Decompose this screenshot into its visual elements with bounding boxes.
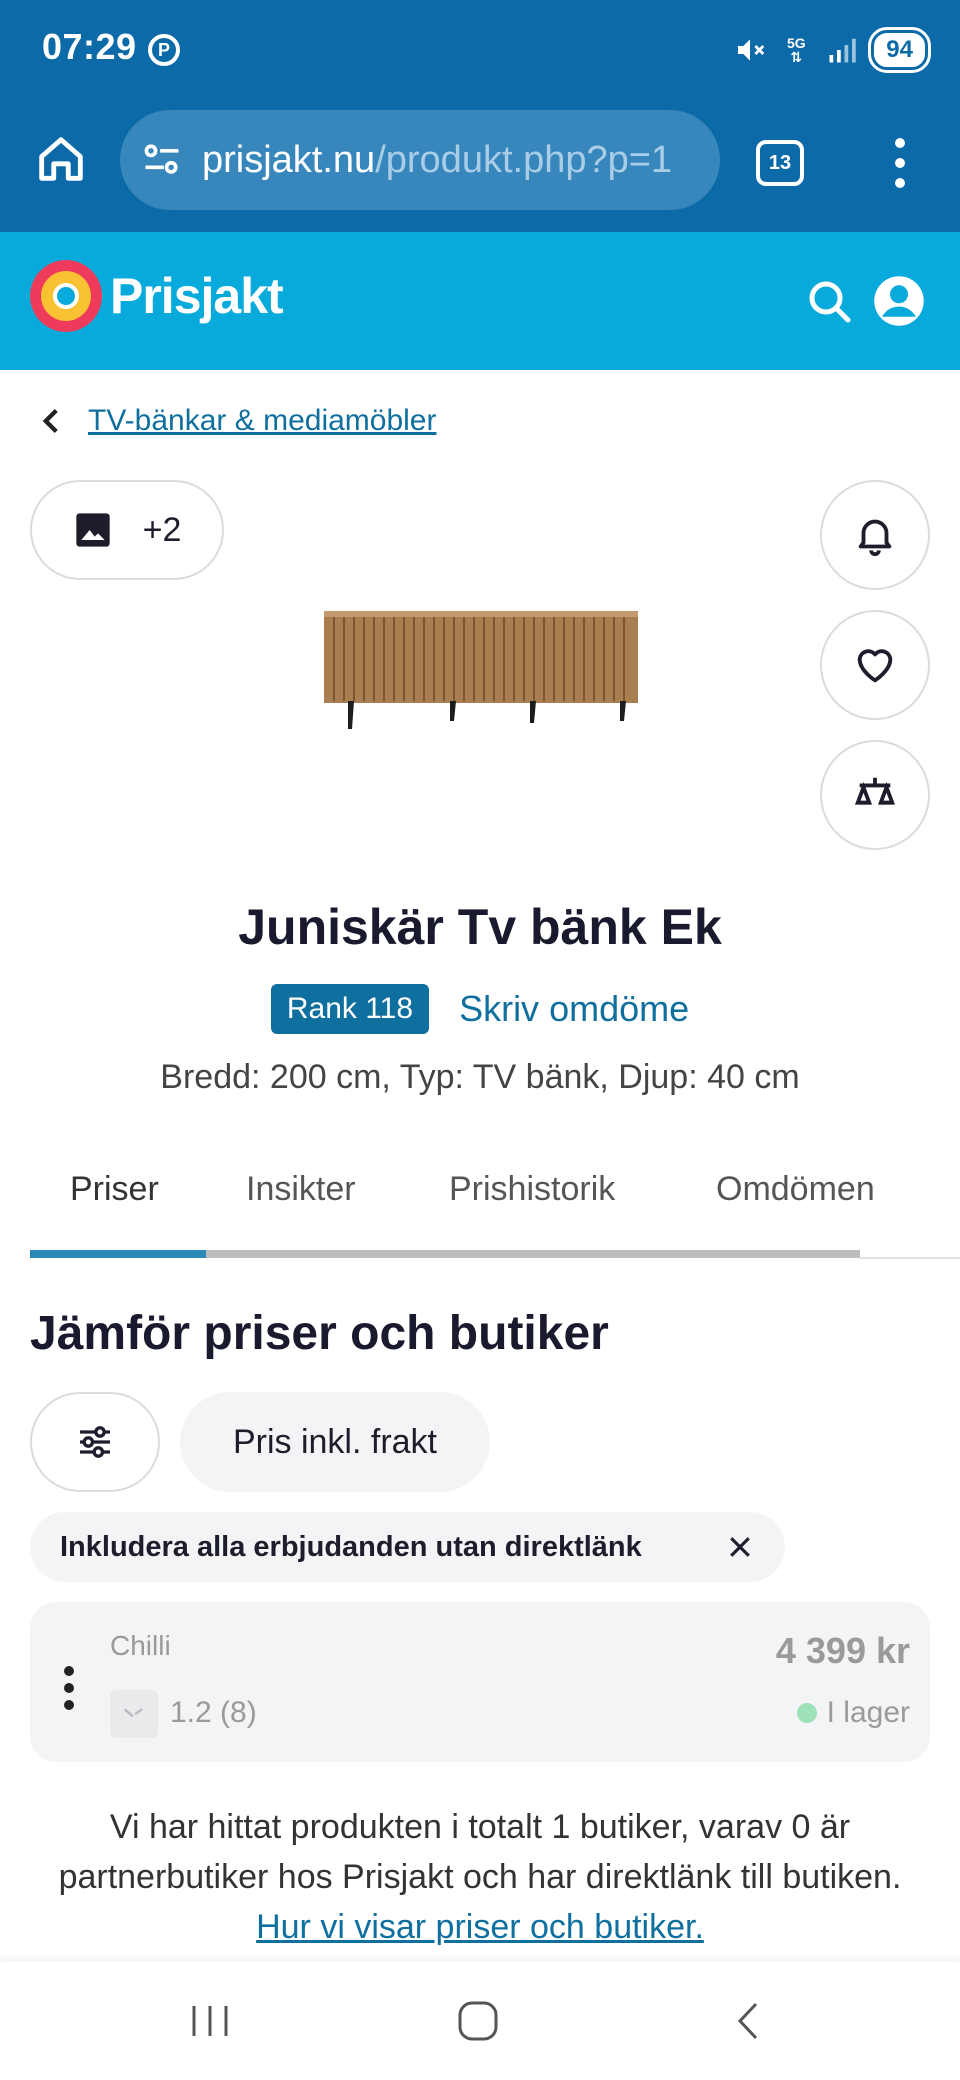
product-image[interactable] <box>320 605 650 735</box>
filter-button[interactable] <box>30 1392 160 1492</box>
gallery-count: +2 <box>142 510 182 549</box>
android-nav-bar <box>0 1962 960 2080</box>
logo-mark <box>30 260 102 332</box>
rank-row: Rank 118 Skriv omdöme <box>0 984 960 1034</box>
mute-icon <box>733 33 767 67</box>
include-offers-chip[interactable]: Inkludera alla erbjudanden utan direktlä… <box>30 1512 785 1582</box>
tab-switcher-button[interactable]: 13 <box>756 140 804 186</box>
account-icon[interactable] <box>872 274 926 328</box>
bell-icon <box>858 519 892 557</box>
price-alert-button[interactable] <box>820 480 930 590</box>
stock-status: I lager <box>796 1696 910 1730</box>
store-info-body: Vi har hittat produkten i totalt 1 butik… <box>58 1808 902 1896</box>
url-path: /produkt.php?p=1 <box>375 138 673 181</box>
status-bar: 07:29 P 5G ⇅ 94 <box>0 0 960 100</box>
compare-section-title: Jämför priser och butiker <box>30 1307 609 1360</box>
back-nav-icon[interactable] <box>718 1996 778 2046</box>
site-header: Prisjakt <box>0 232 960 370</box>
how-we-show-prices-link[interactable]: Hur vi visar priser och butiker. <box>256 1908 704 1946</box>
prisjakt-logo[interactable]: Prisjakt <box>30 260 284 332</box>
store-rating-icon <box>110 1690 158 1738</box>
battery-indicator: 94 <box>868 27 931 73</box>
price-incl-shipping-chip[interactable]: Pris inkl. frakt <box>180 1392 490 1492</box>
stock-label: I lager <box>826 1696 910 1729</box>
browser-menu-icon[interactable] <box>880 138 920 188</box>
pinterest-notification-icon: P <box>148 34 180 66</box>
store-name: Chilli <box>110 1630 171 1661</box>
filter-sliders-icon <box>80 1426 110 1458</box>
url-domain: prisjakt.nu <box>202 138 376 181</box>
url-text: prisjakt.nu/produkt.php?p=1 <box>202 139 672 182</box>
browser-toolbar: prisjakt.nu/produkt.php?p=1 13 <box>0 100 960 232</box>
product-title: Juniskär Tv bänk Ek <box>238 899 722 955</box>
more-options-icon[interactable] <box>64 1666 76 1710</box>
store-price: 4 399 kr <box>775 1630 910 1671</box>
signal-icon <box>825 33 859 67</box>
write-review-link[interactable]: Skriv omdöme <box>459 988 689 1030</box>
logo-text: Prisjakt <box>110 268 284 324</box>
chevron-left-icon[interactable] <box>40 407 62 435</box>
tab-omdomen[interactable]: Omdömen <box>716 1170 875 1209</box>
rank-badge[interactable]: Rank 118 <box>270 984 430 1034</box>
store-offer-card[interactable]: Chilli 4 399 kr 1.2 (8) I lager <box>30 1602 930 1762</box>
include-offers-label: Inkludera alla erbjudanden utan direktlä… <box>60 1530 642 1563</box>
search-icon[interactable] <box>806 278 854 326</box>
system-icons: 5G ⇅ 94 <box>733 27 931 73</box>
product-specs: Bredd: 200 cm, Typ: TV bänk, Djup: 40 cm <box>160 1058 800 1096</box>
tab-insikter[interactable]: Insikter <box>246 1170 356 1209</box>
recent-apps-icon[interactable] <box>180 1996 240 2046</box>
image-icon <box>75 513 110 547</box>
close-icon[interactable] <box>725 1532 755 1562</box>
status-time: 07:29 <box>42 26 137 67</box>
image-gallery-button[interactable]: +2 <box>30 480 224 580</box>
scale-icon <box>854 777 896 805</box>
tab-prishistorik[interactable]: Prishistorik <box>449 1170 615 1209</box>
breadcrumb: TV-bänkar & mediamöbler <box>40 404 437 438</box>
network-5g-icon: 5G ⇅ <box>786 35 806 65</box>
favorite-button[interactable] <box>820 610 930 720</box>
address-bar[interactable]: prisjakt.nu/produkt.php?p=1 <box>120 110 720 210</box>
compare-button[interactable] <box>820 740 930 850</box>
network-label: 5G <box>786 35 806 51</box>
product-tabs: Priser Insikter Prishistorik Omdömen <box>30 1160 930 1260</box>
store-rating: 1.2 (8) <box>170 1696 257 1729</box>
tab-divider <box>860 1257 960 1259</box>
home-nav-icon[interactable] <box>448 1996 508 2046</box>
breadcrumb-link-category[interactable]: TV-bänkar & mediamöbler <box>88 404 437 438</box>
heart-icon <box>857 649 893 683</box>
tab-priser[interactable]: Priser <box>70 1170 159 1209</box>
in-stock-dot <box>796 1703 817 1723</box>
store-info-text: Vi har hittat produkten i totalt 1 butik… <box>50 1802 910 1952</box>
home-icon[interactable] <box>32 130 90 188</box>
tab-indicator <box>30 1250 860 1258</box>
site-settings-icon[interactable] <box>140 138 184 182</box>
